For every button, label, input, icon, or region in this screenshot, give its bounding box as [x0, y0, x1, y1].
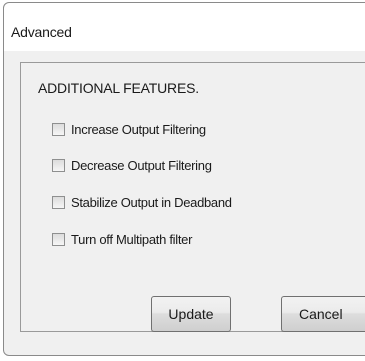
- features-panel: ADDITIONAL FEATURES. Increase Output Fil…: [20, 62, 365, 332]
- option-label: Stabilize Output in Deadband: [71, 194, 232, 210]
- option-label: Turn off Multipath filter: [71, 231, 193, 247]
- checkbox-decrease-output-filtering[interactable]: [52, 158, 65, 172]
- title-bar[interactable]: Advanced: [4, 3, 365, 51]
- dialog-title: Advanced: [11, 24, 72, 40]
- option-decrease-output-filtering[interactable]: Decrease Output Filtering: [52, 155, 212, 175]
- advanced-dialog: Advanced ADDITIONAL FEATURES. Increase O…: [3, 2, 365, 356]
- features-heading: ADDITIONAL FEATURES.: [38, 80, 199, 96]
- option-label: Increase Output Filtering: [71, 121, 206, 137]
- cancel-button[interactable]: Cancel: [281, 296, 365, 332]
- option-stabilize-output-deadband[interactable]: Stabilize Output in Deadband: [52, 192, 232, 212]
- option-turn-off-multipath-filter[interactable]: Turn off Multipath filter: [52, 229, 192, 249]
- checkbox-increase-output-filtering[interactable]: [52, 122, 65, 136]
- checkbox-stabilize-output-deadband[interactable]: [52, 195, 65, 209]
- checkbox-turn-off-multipath-filter[interactable]: [52, 232, 65, 246]
- option-increase-output-filtering[interactable]: Increase Output Filtering: [52, 119, 206, 139]
- option-label: Decrease Output Filtering: [71, 157, 212, 173]
- update-button[interactable]: Update: [151, 296, 231, 332]
